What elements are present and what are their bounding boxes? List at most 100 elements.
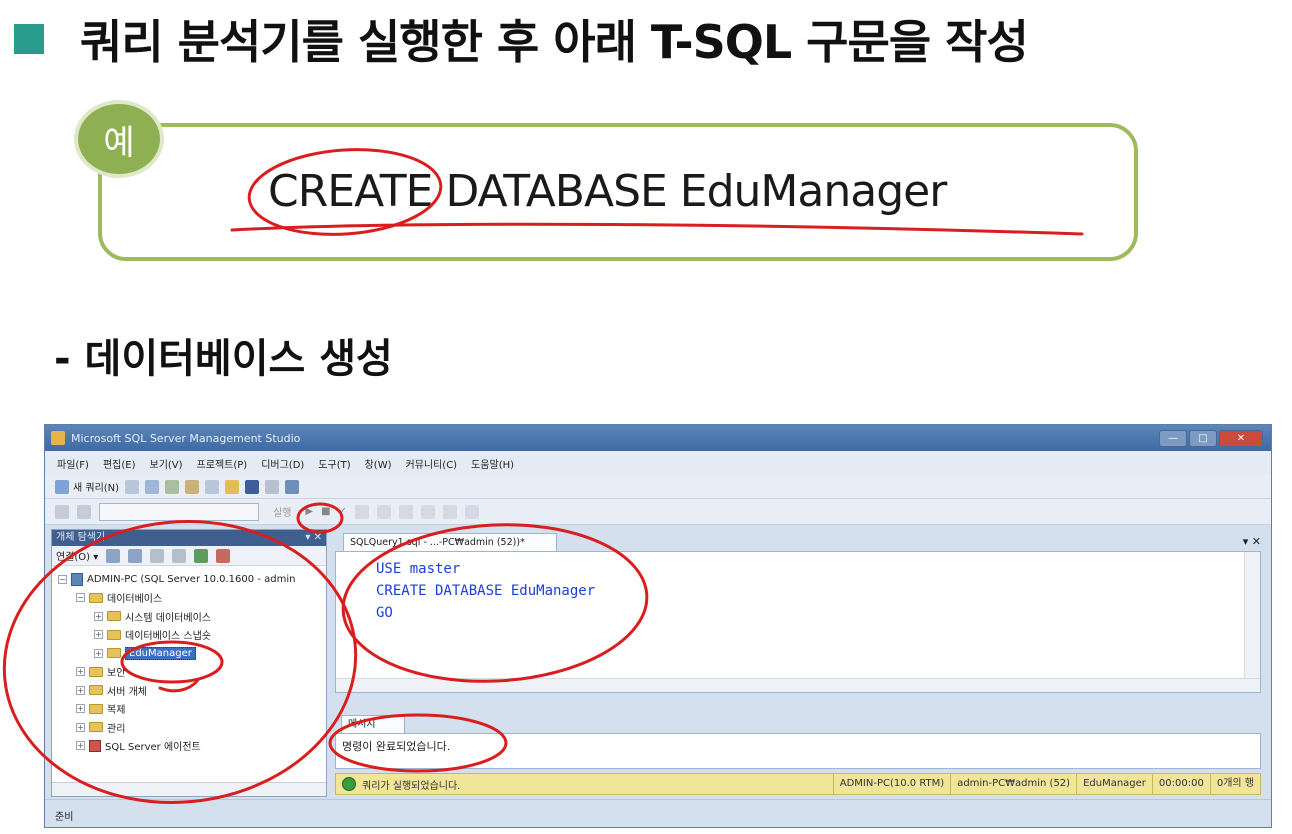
menu-debug[interactable]: 디버그(D) <box>261 456 304 471</box>
results-grid-icon[interactable] <box>354 504 369 519</box>
tree-node[interactable]: + 시스템 데이터베이스 <box>52 607 326 626</box>
app-status-bar: 준비 <box>45 799 1271 827</box>
connect-server-icon[interactable] <box>106 548 121 563</box>
stop-icon[interactable]: ■ <box>321 506 330 517</box>
tree-node-label: SQL Server 에이전트 <box>105 742 201 754</box>
uncomment-icon[interactable] <box>442 504 457 519</box>
editor-tab[interactable]: SQLQuery1.sql - ...-PC₩admin (52))* <box>343 533 557 551</box>
window-title: Microsoft SQL Server Management Studio <box>71 431 301 445</box>
filter-icon[interactable] <box>172 548 187 563</box>
menu-project[interactable]: 프로젝트(P) <box>197 456 248 471</box>
parse-icon[interactable]: ✓ <box>339 506 347 517</box>
db-engine-query-icon[interactable] <box>125 479 140 494</box>
menu-file[interactable]: 파일(F) <box>57 456 89 471</box>
tree-node-label: 데이터베이스 스냅숏 <box>125 631 211 643</box>
status-user: admin-PC₩admin (52) <box>950 774 1076 794</box>
object-tree: − ADMIN-PC (SQL Server 10.0.1600 - admin −… <box>52 566 326 755</box>
database-selector[interactable] <box>99 502 259 521</box>
new-query-label: 새 쿼리(N) <box>73 483 120 494</box>
tree-node-label: 보안 <box>107 668 126 680</box>
tree-node[interactable]: + 서버 개체 <box>52 681 326 700</box>
debug-icon[interactable]: ▶ <box>305 506 313 517</box>
window-controls: — □ ✕ <box>1159 429 1263 447</box>
refresh-icon[interactable] <box>194 548 209 563</box>
bullet-square <box>14 24 44 54</box>
agent-icon <box>89 739 101 752</box>
ssms-window: Microsoft SQL Server Management Studio —… <box>44 424 1272 828</box>
minimize-button[interactable]: — <box>1159 429 1187 447</box>
collapse-icon[interactable]: − <box>76 593 85 603</box>
menu-bar: 파일(F) 편집(E) 보기(V) 프로젝트(P) 디버그(D) 도구(T) 창… <box>45 451 1271 475</box>
expand-icon[interactable]: + <box>94 648 103 658</box>
code-line: GO <box>376 605 393 621</box>
close-button[interactable]: ✕ <box>1219 429 1263 447</box>
folder-icon <box>89 592 103 603</box>
server-icon <box>71 572 83 586</box>
menu-help[interactable]: 도움말(H) <box>471 456 514 471</box>
expand-icon[interactable]: + <box>76 704 85 714</box>
editor-tab-controls[interactable]: ▾ ✕ <box>1243 535 1261 548</box>
folder-icon <box>89 666 103 677</box>
standard-toolbar: 새 쿼리(N) <box>45 475 1271 499</box>
expand-icon[interactable]: + <box>76 685 85 695</box>
editor-horizontal-scrollbar[interactable] <box>336 678 1260 692</box>
summary-icon[interactable] <box>216 548 231 563</box>
xmla-query-icon[interactable] <box>185 479 200 494</box>
menu-edit[interactable]: 편집(E) <box>103 456 136 471</box>
folder-icon <box>107 629 121 640</box>
connect-icon[interactable] <box>55 504 69 519</box>
status-database: EduManager <box>1076 774 1152 794</box>
save-icon[interactable] <box>245 479 260 494</box>
stop-action-icon[interactable] <box>150 548 165 563</box>
code-line: USE master <box>376 561 461 577</box>
disconnect-icon[interactable] <box>128 548 143 563</box>
menu-community[interactable]: 커뮤니티(C) <box>406 456 458 471</box>
expand-icon[interactable]: + <box>94 630 103 640</box>
code-block[interactable]: USE master CREATE DATABASE EduManager GO <box>376 558 595 624</box>
ce-query-icon[interactable] <box>205 479 220 494</box>
object-explorer-title: 개체 탐색기 <box>56 532 106 543</box>
expand-icon[interactable]: + <box>76 722 85 732</box>
tree-node[interactable]: − ADMIN-PC (SQL Server 10.0.1600 - admin <box>52 570 326 589</box>
object-explorer-header: 개체 탐색기 ▾ ✕ <box>52 530 326 546</box>
tree-node[interactable]: + SQL Server 에이전트 <box>52 737 326 756</box>
expand-icon[interactable]: + <box>76 741 85 751</box>
save-all-icon[interactable] <box>265 479 280 494</box>
menu-tools[interactable]: 도구(T) <box>318 456 350 471</box>
new-query-button[interactable]: 새 쿼리(N) <box>55 479 119 494</box>
menu-view[interactable]: 보기(V) <box>150 456 183 471</box>
open-file-icon[interactable] <box>225 479 240 494</box>
mdx-query-icon[interactable] <box>165 479 180 494</box>
activity-monitor-icon[interactable] <box>285 479 300 494</box>
expand-icon[interactable]: + <box>94 611 103 621</box>
object-explorer-scrollbar[interactable] <box>52 782 326 796</box>
results-file-icon[interactable] <box>398 504 413 519</box>
tree-node[interactable]: + 복제 <box>52 700 326 719</box>
query-editor[interactable]: USE master CREATE DATABASE EduManager GO <box>335 551 1261 693</box>
status-server: ADMIN-PC(10.0 RTM) <box>832 774 950 794</box>
messages-tab[interactable]: 메시지 <box>341 715 405 733</box>
menu-window[interactable]: 창(W) <box>365 456 392 471</box>
comment-icon[interactable] <box>420 504 435 519</box>
query-status-bar: 쿼리가 실행되었습니다. ADMIN-PC(10.0 RTM) admin-PC… <box>335 773 1261 795</box>
analysis-query-icon[interactable] <box>145 479 160 494</box>
pin-icon[interactable]: ▾ ✕ <box>305 530 322 546</box>
tree-node[interactable]: − 데이터베이스 <box>52 589 326 608</box>
change-connection-icon[interactable] <box>77 504 91 519</box>
tree-node[interactable]: + EduManager <box>52 644 326 663</box>
editor-vertical-scrollbar[interactable] <box>1244 552 1260 680</box>
tree-node-label: 서버 개체 <box>107 686 147 698</box>
database-icon <box>107 648 121 659</box>
collapse-icon[interactable]: − <box>58 574 67 584</box>
folder-icon <box>89 685 103 696</box>
execute-button[interactable]: 실행 <box>267 503 297 520</box>
tree-node-label: 복제 <box>107 705 126 717</box>
tree-node[interactable]: + 데이터베이스 스냅숏 <box>52 626 326 645</box>
connect-dropdown[interactable]: 연결(O) ▾ <box>56 548 98 563</box>
tree-node[interactable]: + 관리 <box>52 718 326 737</box>
tree-node[interactable]: + 보안 <box>52 663 326 682</box>
maximize-button[interactable]: □ <box>1189 429 1217 447</box>
results-text-icon[interactable] <box>376 504 391 519</box>
indent-icon[interactable] <box>464 504 479 519</box>
expand-icon[interactable]: + <box>76 667 85 677</box>
